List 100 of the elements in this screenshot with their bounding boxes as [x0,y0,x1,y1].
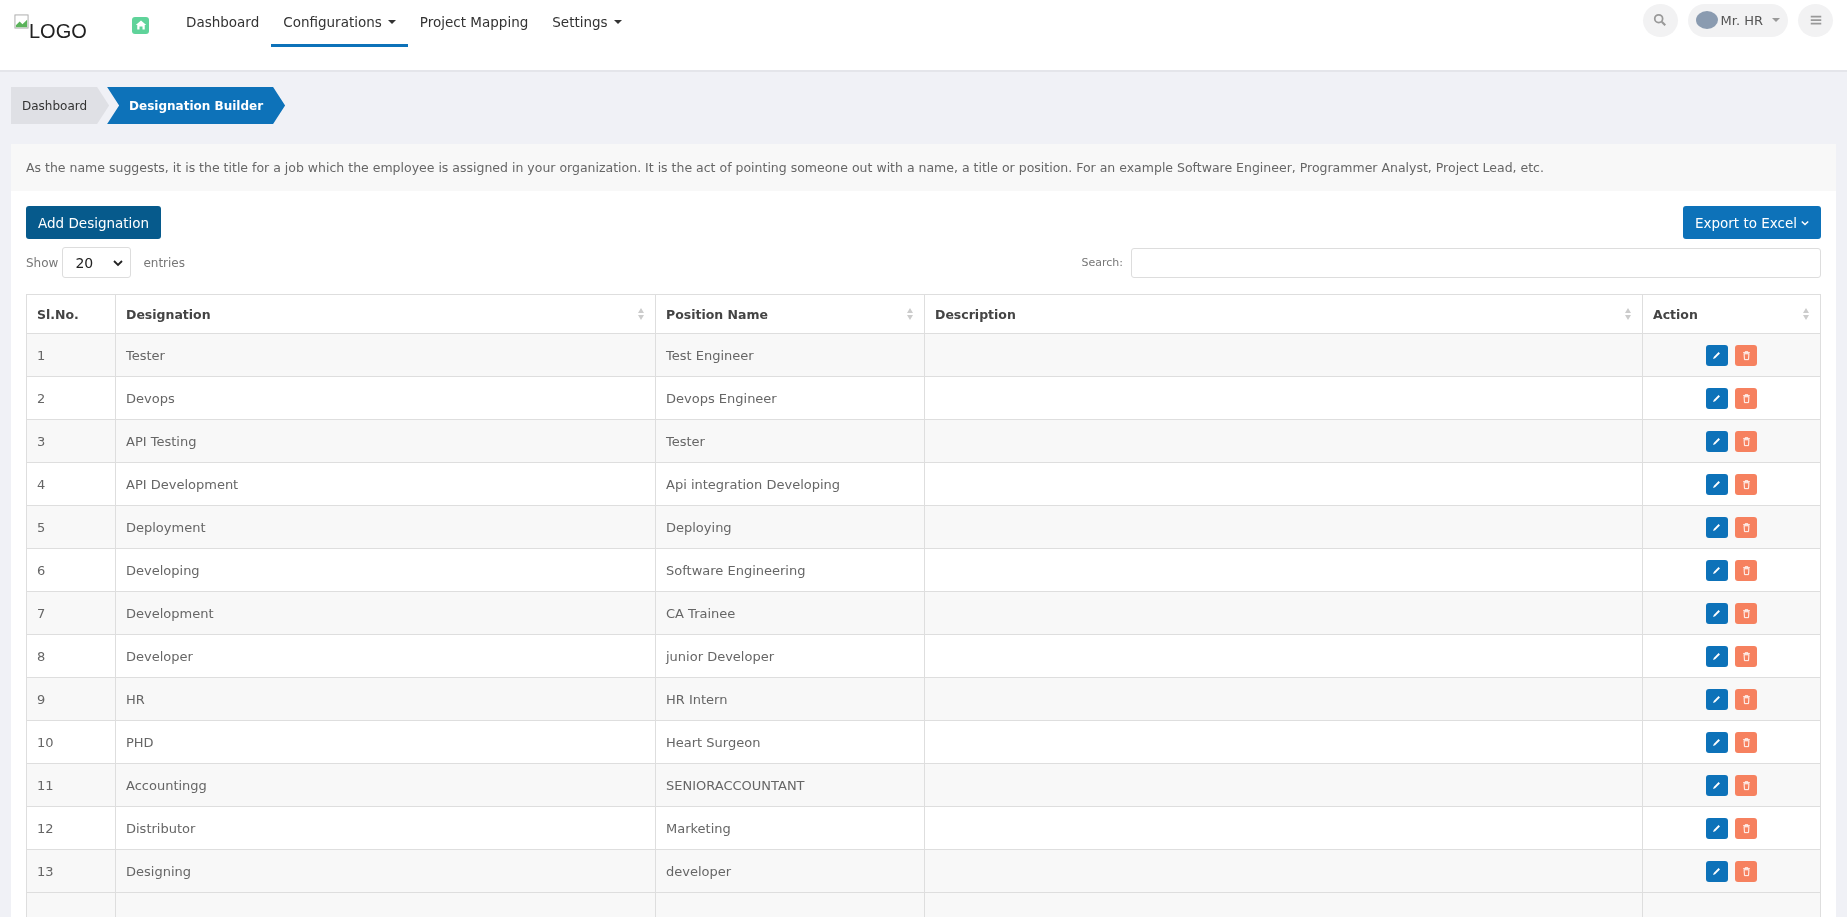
search-field[interactable] [1131,247,1821,278]
pencil-icon [1711,736,1723,748]
avatar-placeholder [1695,11,1718,29]
table-cell: 12 [26,806,116,850]
trash-icon [1740,693,1752,705]
edit-button[interactable] [1705,731,1728,753]
delete-button[interactable] [1735,516,1758,538]
table-cell: Developing [115,548,656,592]
breadcrumb-item[interactable]: Dashboard [11,87,110,124]
pencil-icon [1711,822,1723,834]
pencil-icon [1711,779,1723,791]
delete-button[interactable] [1735,688,1758,710]
delete-button[interactable] [1735,602,1758,624]
table-cell: Designing [115,849,656,893]
table-cell: 5 [26,505,116,549]
edit-button[interactable] [1705,559,1728,581]
trash-icon [1740,564,1752,576]
caret-icon [387,20,396,24]
delete-button[interactable] [1735,731,1758,753]
table-cell: Development [115,591,656,635]
page-description: As the name suggests, it is the title for a job which the employee is assigned in your organization. It is the act of pointing someone out with a name, a title or position. For an example Software Engineer, Programmer Analyst, Project Lead, etc. [11,144,1836,191]
menu-button[interactable] [1798,3,1833,37]
table-cell: CA Trainee [655,591,925,635]
table-cell: Api integration Developing [655,462,925,506]
table-cell: Devops [115,376,656,420]
delete-button[interactable] [1735,559,1758,581]
entries-label: entries [143,255,185,270]
table-cell: Deploying [655,505,925,549]
column-header[interactable]: Designation [115,294,656,334]
column-header[interactable]: Sl.No. [26,294,116,334]
table-cell: Developer [115,634,656,678]
nav-menu-item[interactable]: Settings [540,0,634,47]
edit-button[interactable] [1705,774,1728,796]
column-header[interactable]: Position Name [655,294,925,334]
delete-button[interactable] [1735,817,1758,839]
search-label: Search: [1081,256,1123,269]
edit-button[interactable] [1705,344,1728,366]
menu-icon [1808,13,1823,27]
table-cell: HR [115,677,656,721]
add-designation-button[interactable]: Add Designation [26,206,162,239]
table-cell: Tester [115,333,656,377]
edit-button[interactable] [1705,645,1728,667]
chevron-down-icon [113,257,124,268]
sort-icon [1802,307,1810,321]
table-cell: Devops Engineer [655,376,925,420]
edit-button[interactable] [1705,688,1728,710]
sort-icon [906,307,914,321]
export-to-excel-button[interactable]: Export to Excel [1682,206,1821,239]
table-cell: 6 [26,548,116,592]
delete-button[interactable] [1735,473,1758,495]
breadcrumb-item[interactable]: Designation Builder [107,87,286,124]
logo-alt-text: LOGO [29,20,87,43]
search-button[interactable] [1642,3,1678,37]
trash-icon [1740,779,1752,791]
nav-menu-item[interactable]: Project Mapping [407,0,541,47]
user-menu-button[interactable]: Mr. HR [1687,3,1788,37]
page-size-select[interactable]: 20 [62,247,132,278]
column-header[interactable]: Description [924,294,1643,334]
edit-button[interactable] [1705,516,1728,538]
delete-button[interactable] [1735,344,1758,366]
pencil-icon [1711,865,1723,877]
pencil-icon [1711,435,1723,447]
delete-button[interactable] [1735,645,1758,667]
nav-menu-item[interactable]: Configurations [271,0,408,47]
table-cell: Tester [655,419,925,463]
pencil-icon [1711,392,1723,404]
delete-button[interactable] [1735,774,1758,796]
edit-button[interactable] [1705,860,1728,882]
delete-button[interactable] [1735,860,1758,882]
trash-icon [1740,736,1752,748]
trash-icon [1740,822,1752,834]
table-cell: API Development [115,462,656,506]
broken-image-icon [14,14,29,29]
home-button[interactable] [132,16,149,34]
table-cell: 3 [26,419,116,463]
table-cell: Software Engineering [655,548,925,592]
trash-icon [1740,650,1752,662]
edit-button[interactable] [1705,387,1728,409]
edit-button[interactable] [1705,817,1728,839]
home-icon [134,19,147,31]
delete-button[interactable] [1735,387,1758,409]
delete-button[interactable] [1735,430,1758,452]
trash-icon [1740,607,1752,619]
column-header[interactable]: Action [1642,294,1821,334]
pencil-icon [1711,693,1723,705]
table-cell: Accountingg [115,763,656,807]
table-cell: Test Engineer [655,333,925,377]
trash-icon [1740,521,1752,533]
table-cell: 13 [26,849,116,893]
search-icon [1653,13,1668,27]
table-cell: 7 [26,591,116,635]
pencil-icon [1711,478,1723,490]
table-cell: junior Developer [655,634,925,678]
edit-button[interactable] [1705,473,1728,495]
edit-button[interactable] [1705,430,1728,452]
nav-menu-item[interactable]: Dashboard [174,0,272,47]
edit-button[interactable] [1705,602,1728,624]
table-cell: SENIORACCOUNTANT [655,763,925,807]
caret-icon [613,20,622,24]
caret-icon [1772,18,1780,22]
